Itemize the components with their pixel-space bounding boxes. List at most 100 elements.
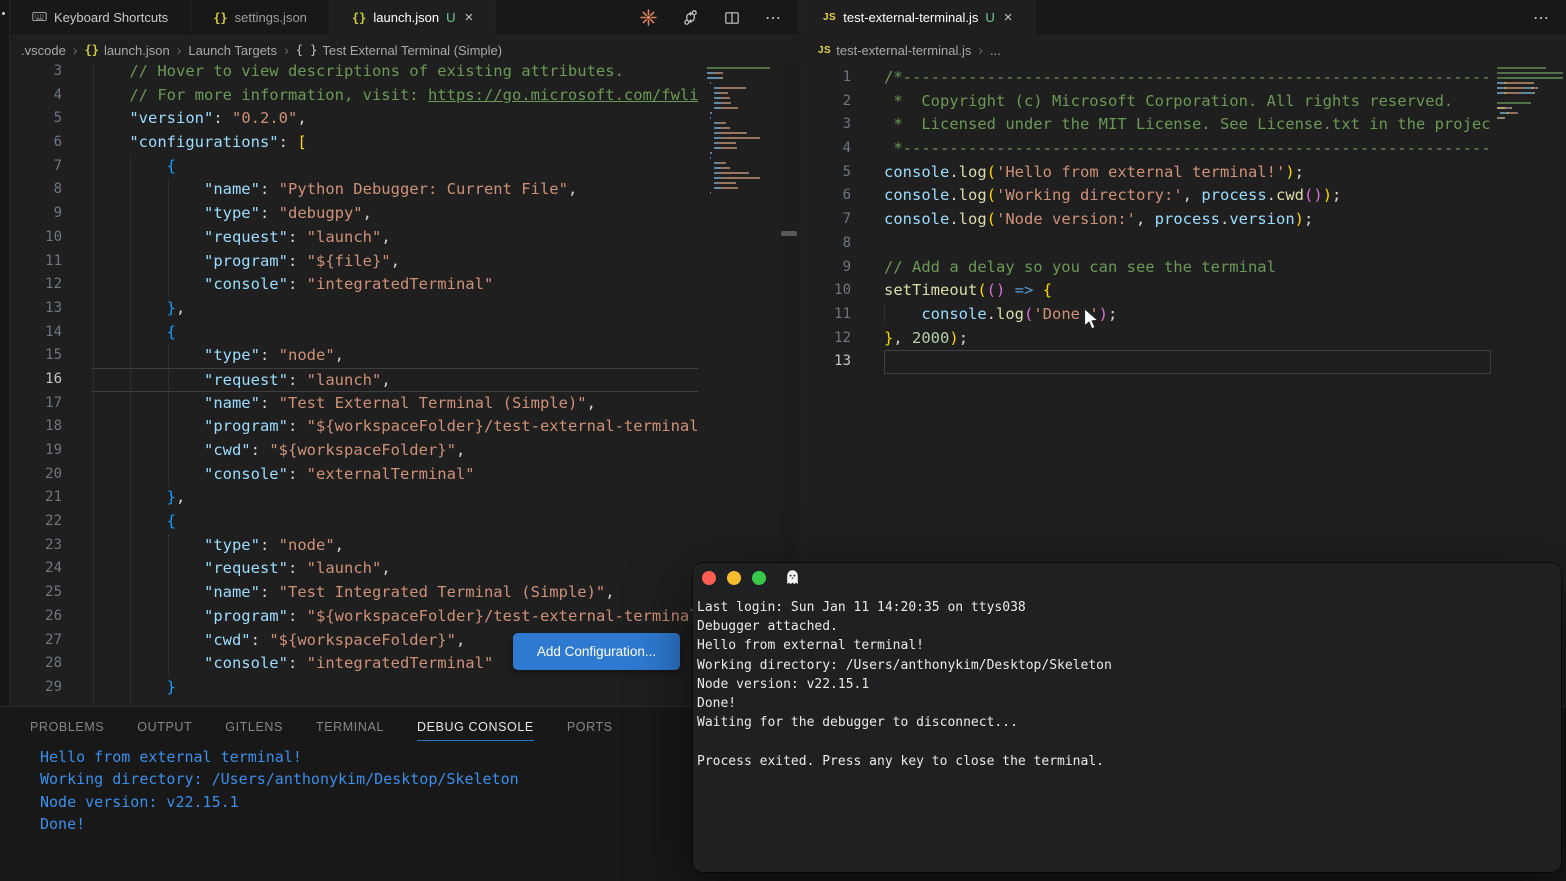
line-number: 13	[801, 350, 851, 374]
scrollbar-thumb[interactable]	[781, 231, 797, 236]
code-line: }, 2000);	[884, 327, 1491, 351]
minimap-line	[1497, 122, 1565, 124]
line-number: 8	[10, 178, 62, 202]
zoom-window-button[interactable]	[752, 571, 766, 585]
code-line: "name": "Test External Terminal (Simple)…	[92, 392, 698, 416]
minimap-line	[704, 117, 778, 119]
breadcrumb-label: ...	[990, 43, 1001, 58]
code-area[interactable]: // Hover to view descriptions of existin…	[80, 64, 698, 700]
breadcrumb-item-launch-json[interactable]: {}launch.json	[84, 43, 169, 58]
line-number: 24	[10, 557, 62, 581]
js-icon: JS	[818, 45, 831, 56]
minimap-line	[1497, 107, 1565, 109]
minimap-line	[704, 107, 778, 109]
minimap-line	[704, 122, 778, 124]
breadcrumb-right: JStest-external-terminal.js›...	[800, 36, 1566, 64]
panel-tab-gitlens[interactable]: GITLENS	[225, 711, 283, 741]
code-line: "console": "integratedTerminal"	[92, 273, 698, 297]
close-window-button[interactable]	[702, 571, 716, 585]
minimap-line	[704, 157, 778, 159]
line-number: 2	[801, 90, 851, 114]
sparkle-icon[interactable]	[640, 9, 657, 26]
code-line: "configurations": [	[92, 131, 698, 155]
code-line: // Hover to view descriptions of existin…	[92, 64, 698, 84]
close-icon[interactable]: ×	[465, 10, 474, 25]
terminal-line: Done!	[697, 694, 1112, 713]
editor-actions: ⋯	[640, 0, 798, 35]
line-number: 16	[10, 368, 62, 392]
editor-tabs-right: JStest-external-terminal.jsU×	[801, 0, 1036, 35]
external-terminal-window[interactable]: Last login: Sun Jan 11 14:20:35 on ttys0…	[693, 563, 1561, 872]
line-number: 21	[10, 486, 62, 510]
code-line: "name": "Test Integrated Terminal (Simpl…	[92, 581, 698, 605]
minimap-line	[704, 132, 778, 134]
code-line: "request": "launch",	[92, 368, 698, 392]
panel-tab-terminal[interactable]: TERMINAL	[316, 711, 384, 741]
line-number: 10	[801, 279, 851, 303]
add-configuration-button[interactable]: Add Configuration...	[513, 633, 680, 670]
code-line: "type": "node",	[92, 344, 698, 368]
panel-tab-debug-console[interactable]: DEBUG CONSOLE	[417, 711, 534, 741]
minimap-line	[704, 67, 778, 69]
minimap-line	[1497, 87, 1565, 89]
line-number: 18	[10, 415, 62, 439]
line-number: 22	[10, 510, 62, 534]
code-line: {	[92, 155, 698, 179]
breadcrumb-label: launch.json	[104, 43, 170, 58]
line-number: 29	[10, 676, 62, 700]
tab-test-external-terminal-js[interactable]: JStest-external-terminal.jsU×	[801, 0, 1036, 35]
breadcrumb-item-[interactable]: ...	[990, 43, 1001, 58]
line-number: 17	[10, 392, 62, 416]
breadcrumb-item-launch-targets[interactable]: Launch Targets	[188, 43, 277, 58]
breadcrumb-item-test-external-terminal-simple[interactable]: { }Test External Terminal (Simple)	[296, 43, 502, 58]
split-editor-icon[interactable]	[724, 10, 740, 26]
breadcrumb-label: Test External Terminal (Simple)	[322, 43, 502, 58]
editor-launch-json[interactable]: 3456789101112131415161718192021222324252…	[10, 64, 798, 706]
terminal-line	[697, 732, 1112, 751]
vscode-window: Keyboard Shortcuts{}settings.json{}launc…	[0, 0, 1566, 881]
source-control-compare-icon[interactable]	[682, 9, 699, 26]
breadcrumb-item-test-external-terminal-js[interactable]: JStest-external-terminal.js	[818, 43, 971, 58]
line-number: 5	[10, 107, 62, 131]
line-number: 14	[10, 321, 62, 345]
close-icon[interactable]: ×	[1004, 10, 1013, 25]
line-number: 9	[801, 256, 851, 280]
console-line: Working directory: /Users/anthonykim/Des…	[40, 768, 519, 790]
line-numbers: 3456789101112131415161718192021222324252…	[10, 64, 62, 700]
tab-bar-spacer	[1036, 0, 1534, 35]
editor-actions-right: ⋯	[1533, 0, 1566, 35]
tab-settings-json[interactable]: {}settings.json	[191, 0, 330, 35]
minimap-line	[704, 87, 778, 89]
console-line: Done!	[40, 813, 519, 835]
code-line: },	[92, 297, 698, 321]
tab-label: Keyboard Shortcuts	[54, 10, 168, 25]
line-number: 3	[10, 64, 62, 84]
line-number: 9	[10, 202, 62, 226]
panel-tab-ports[interactable]: PORTS	[567, 711, 613, 741]
line-number: 11	[801, 303, 851, 327]
minimap-line	[1497, 82, 1565, 84]
line-number: 28	[10, 652, 62, 676]
more-actions-icon[interactable]: ⋯	[1533, 8, 1550, 28]
tab-label: launch.json	[373, 10, 439, 25]
code-line: * Licensed under the MIT License. See Li…	[884, 113, 1491, 137]
code-line: {	[92, 510, 698, 534]
minimap-line	[704, 97, 778, 99]
code-area[interactable]: /*--------------------------------------…	[867, 66, 1491, 374]
line-number: 3	[801, 113, 851, 137]
minimize-window-button[interactable]	[727, 571, 741, 585]
minimap-line	[704, 152, 778, 154]
tab-launch-json[interactable]: {}launch.jsonU×	[330, 0, 496, 35]
tab-keyboard-shortcuts[interactable]: Keyboard Shortcuts	[10, 0, 191, 35]
more-actions-icon[interactable]: ⋯	[765, 8, 782, 28]
line-number: 10	[10, 226, 62, 250]
code-line: "console": "externalTerminal"	[92, 463, 698, 487]
breadcrumb-item-vscode[interactable]: .vscode	[21, 43, 66, 58]
panel-tab-problems[interactable]: PROBLEMS	[30, 711, 104, 741]
panel-tab-output[interactable]: OUTPUT	[137, 711, 192, 741]
minimap-line	[704, 137, 778, 139]
chevron-right-icon: ›	[177, 42, 182, 58]
tab-label: test-external-terminal.js	[843, 10, 978, 25]
terminal-line: Waiting for the debugger to disconnect..…	[697, 713, 1112, 732]
minimap-line	[704, 162, 778, 164]
